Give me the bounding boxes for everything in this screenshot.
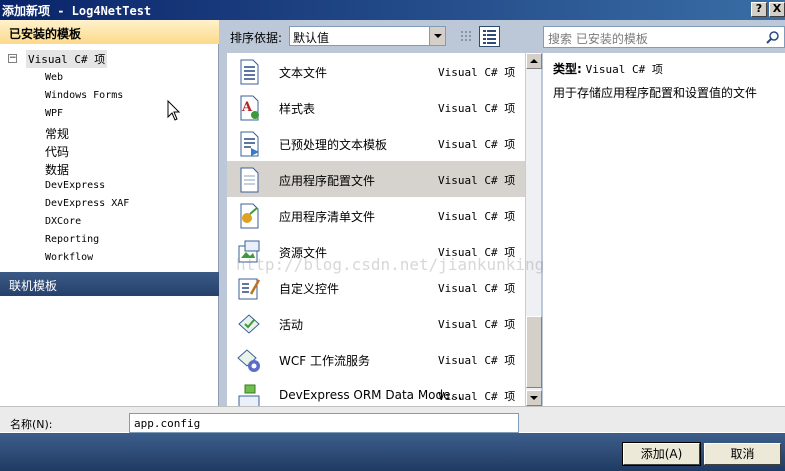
template-row-text-file[interactable]: 文本文件 Visual C# 项 — [227, 53, 525, 89]
sort-by-select[interactable]: 默认值 — [289, 26, 446, 46]
watermark: http://blog.csdn.net/jiankunking — [236, 255, 545, 274]
template-row-orm-data-model[interactable]: DevExpress ORM Data Mode… Visual C# 项 — [227, 377, 525, 406]
template-details-panel: 类型: Visual C# 项 用于存储应用程序配置和设置值的文件 — [543, 53, 785, 406]
template-type: Visual C# 项 — [438, 210, 516, 223]
left-panel: 已安装的模板 − Visual C# 项 Web Windows Forms W… — [0, 20, 219, 406]
tree-item-windows-forms[interactable]: Windows Forms — [45, 90, 123, 108]
dialog-body: 已安装的模板 − Visual C# 项 Web Windows Forms W… — [0, 20, 785, 406]
template-name: 应用程序配置文件 — [279, 174, 376, 188]
type-label: 类型: — [553, 62, 582, 76]
window-title: 添加新项 - Log4NetTest — [2, 4, 152, 18]
template-name: 样式表 — [279, 102, 316, 116]
cancel-button[interactable]: 取消 — [704, 443, 781, 465]
name-label: 名称(N): — [10, 418, 53, 431]
tree-item-general[interactable]: 常规 — [45, 125, 69, 143]
template-type-info: 类型: Visual C# 项 — [553, 60, 775, 77]
template-name: 自定义控件 — [279, 282, 340, 296]
sort-by-value: 默认值 — [293, 31, 330, 45]
dropdown-arrow-icon[interactable] — [429, 27, 445, 45]
template-row-custom-control[interactable]: 自定义控件 Visual C# 项 — [227, 269, 525, 305]
text-file-icon — [240, 59, 259, 85]
template-description: 用于存储应用程序配置和设置值的文件 — [553, 86, 758, 100]
tree-item-wpf[interactable]: WPF — [45, 108, 63, 126]
template-list: 文本文件 Visual C# 项 A 样式表 Visual C# 项 已预处理的… — [227, 53, 525, 406]
template-row-wcf-workflow-service[interactable]: WCF 工作流服务 Visual C# 项 — [227, 341, 525, 377]
tree-item-web[interactable]: Web — [45, 72, 63, 90]
template-type: Visual C# 项 — [438, 390, 516, 403]
template-row-activity[interactable]: 活动 Visual C# 项 — [227, 305, 525, 341]
template-row-preprocessed-template[interactable]: 已预处理的文本模板 Visual C# 项 — [227, 125, 525, 161]
template-type: Visual C# 项 — [438, 318, 516, 331]
collapse-icon[interactable]: − — [8, 54, 17, 63]
template-type: Visual C# 项 — [438, 66, 516, 79]
config-file-icon — [240, 167, 259, 193]
list-view-icon — [483, 30, 496, 44]
small-icons-view-button[interactable] — [455, 26, 476, 47]
template-type: Visual C# 项 — [438, 282, 516, 295]
preprocessed-template-icon — [240, 131, 259, 157]
template-name: DevExpress ORM Data Mode… — [279, 388, 463, 402]
template-row-stylesheet[interactable]: A 样式表 Visual C# 项 — [227, 89, 525, 125]
list-view-button[interactable] — [479, 26, 500, 47]
search-installed-templates-input[interactable]: 搜索 已安装的模板 — [543, 26, 785, 48]
template-list-scrollbar[interactable] — [525, 53, 542, 406]
tree-item-devexpress-xaf[interactable]: DevExpress XAF — [45, 198, 129, 216]
dialog-footer: 添加(A) 取消 — [0, 433, 785, 471]
name-row: 名称(N): — [0, 406, 785, 433]
small-icons-view-icon — [461, 31, 471, 41]
template-name: WCF 工作流服务 — [279, 354, 370, 368]
scrollbar-thumb[interactable] — [526, 316, 542, 388]
orm-data-model-icon — [238, 384, 260, 406]
type-value: Visual C# 项 — [585, 63, 663, 76]
activity-icon — [238, 314, 260, 334]
stylesheet-icon: A — [240, 95, 259, 121]
sort-by-label: 排序依据: — [230, 31, 283, 45]
help-button[interactable]: ? — [751, 2, 767, 17]
search-icon[interactable] — [766, 30, 780, 44]
name-input[interactable] — [129, 413, 519, 433]
template-type: Visual C# 项 — [438, 354, 516, 367]
template-row-app-config[interactable]: 应用程序配置文件 Visual C# 项 — [227, 161, 525, 197]
template-name: 已预处理的文本模板 — [279, 138, 388, 152]
title-bar: 添加新项 - Log4NetTest ? X — [0, 0, 785, 20]
template-name: 活动 — [279, 318, 304, 332]
tree-item-devexpress[interactable]: DevExpress — [45, 180, 105, 198]
tree-item-dxcore[interactable]: DXCore — [45, 216, 81, 234]
add-button[interactable]: 添加(A) — [622, 442, 701, 466]
installed-templates-header[interactable]: 已安装的模板 — [0, 20, 219, 44]
search-placeholder: 搜索 已安装的模板 — [548, 32, 648, 46]
wcf-workflow-service-icon — [237, 349, 260, 372]
template-type: Visual C# 项 — [438, 138, 516, 151]
custom-control-icon — [238, 278, 261, 300]
template-type: Visual C# 项 — [438, 174, 516, 187]
close-button[interactable]: X — [769, 2, 785, 17]
tree-item-workflow[interactable]: Workflow — [45, 252, 93, 270]
scroll-down-arrow-icon[interactable] — [526, 390, 542, 406]
template-type: Visual C# 项 — [438, 102, 516, 115]
tree-root-label[interactable]: Visual C# 项 — [26, 50, 108, 68]
tree-item-reporting[interactable]: Reporting — [45, 234, 99, 252]
tree-item-code[interactable]: 代码 — [45, 143, 69, 161]
mouse-cursor-icon — [167, 100, 181, 121]
scroll-up-arrow-icon[interactable] — [526, 53, 542, 69]
svg-text:A: A — [241, 100, 253, 115]
template-name: 文本文件 — [279, 66, 328, 80]
manifest-file-icon — [240, 203, 259, 229]
template-name: 应用程序清单文件 — [279, 210, 376, 224]
template-row-manifest[interactable]: 应用程序清单文件 Visual C# 项 — [227, 197, 525, 233]
online-templates-header[interactable]: 联机模板 — [0, 272, 219, 296]
tree-item-data[interactable]: 数据 — [45, 161, 69, 179]
